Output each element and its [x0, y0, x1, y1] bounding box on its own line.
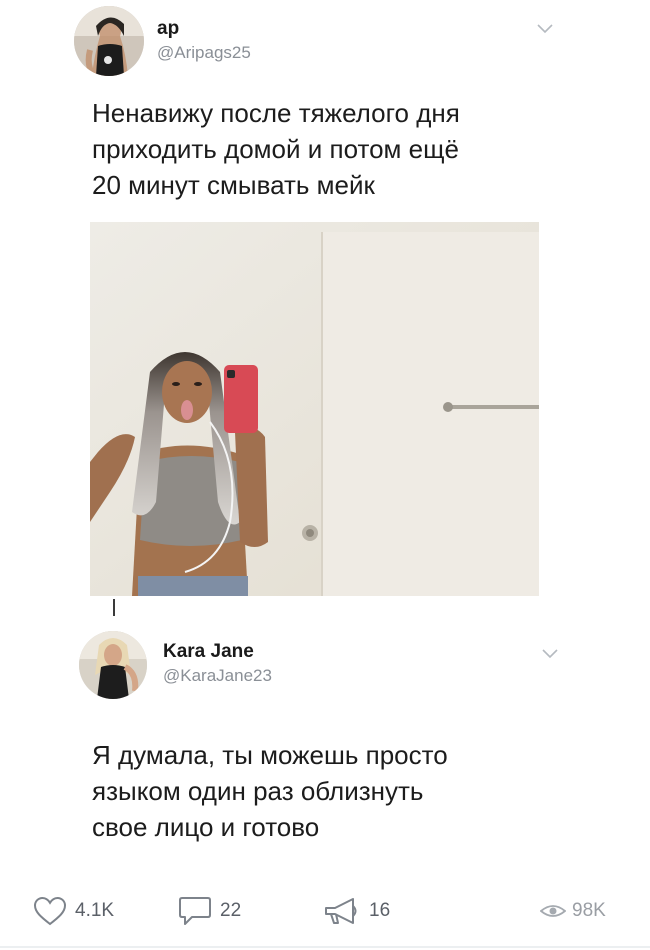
action-bar: 4.1K 22 16 98K: [0, 893, 650, 929]
avatar[interactable]: [74, 6, 144, 76]
author-name[interactable]: Kara Jane: [163, 641, 254, 663]
views-count: 98K: [572, 900, 606, 921]
eye-icon: [540, 905, 566, 917]
divider: [0, 946, 650, 948]
post-photo[interactable]: [90, 222, 539, 596]
post-text: Ненавижу после тяжелого дня приходить до…: [92, 98, 460, 200]
comment-button[interactable]: 22: [178, 893, 241, 929]
chevron-down-icon[interactable]: [542, 649, 558, 659]
avatar[interactable]: [79, 631, 147, 699]
post-original: ap @Aripags25 Ненавижу после тяжелого дн…: [0, 0, 650, 600]
avatar-image: [74, 6, 144, 76]
post-text: Я думала, ты можешь просто языком один р…: [92, 740, 448, 842]
like-count: 4.1K: [75, 900, 115, 921]
avatar-image: [79, 631, 147, 699]
like-button[interactable]: 4.1K: [33, 893, 114, 929]
repost-count: 16: [369, 900, 391, 921]
author-handle[interactable]: @KaraJane23: [163, 666, 272, 686]
selfie-image: [90, 222, 539, 596]
author-handle[interactable]: @Aripags25: [157, 43, 251, 63]
chevron-down-icon[interactable]: [537, 24, 553, 34]
views-indicator: 98K: [540, 893, 606, 929]
heart-icon: [33, 896, 67, 926]
comment-count: 22: [220, 900, 242, 921]
comment-icon: [179, 897, 211, 925]
feed-page: ap @Aripags25 Ненавижу после тяжелого дн…: [0, 0, 650, 950]
repost-button[interactable]: 16: [323, 893, 390, 929]
megaphone-icon: [325, 898, 357, 924]
author-name[interactable]: ap: [157, 18, 179, 40]
